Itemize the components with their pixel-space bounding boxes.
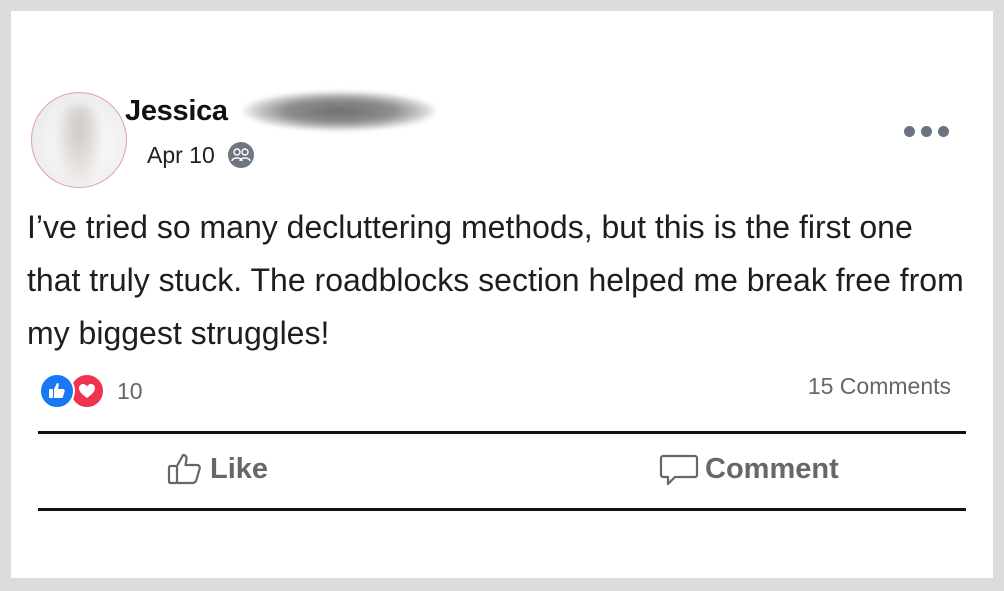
- comment-bubble-icon: [659, 451, 699, 487]
- author-name[interactable]: Jessica: [125, 95, 228, 128]
- group-audience-icon[interactable]: [228, 142, 254, 168]
- action-bar-top-divider: [38, 431, 966, 434]
- more-options-icon[interactable]: [904, 126, 949, 137]
- post-card: Jessica Apr 10 I’ve tried so many declut…: [11, 11, 993, 578]
- thumbs-up-icon: [166, 451, 204, 487]
- like-label: Like: [210, 452, 269, 485]
- redacted-surname: [242, 91, 437, 131]
- post-date[interactable]: Apr 10: [147, 142, 215, 169]
- like-button[interactable]: Like: [166, 451, 268, 487]
- like-reaction-icon: [39, 373, 75, 409]
- reaction-count: 10: [117, 377, 143, 404]
- post-body: I’ve tried so many decluttering methods,…: [27, 209, 964, 351]
- action-bar-bottom-divider: [38, 508, 966, 511]
- reaction-summary[interactable]: 10: [39, 373, 143, 409]
- avatar-image: [56, 105, 102, 185]
- avatar[interactable]: [31, 92, 127, 188]
- comments-count-link[interactable]: 15 Comments: [808, 373, 951, 400]
- comment-label: Comment: [705, 452, 839, 485]
- comment-button[interactable]: Comment: [659, 451, 839, 487]
